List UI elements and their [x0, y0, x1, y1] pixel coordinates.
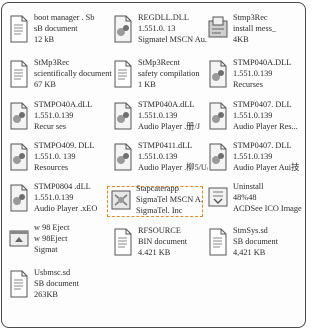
- text-document-icon: [8, 15, 30, 43]
- file-version: 1.551.0.139: [233, 111, 273, 120]
- file-item[interactable]: STMP0407. DLL 1.551.0.139 Audio Player A…: [207, 140, 305, 186]
- file-name: Uninstall: [233, 182, 264, 191]
- file-name: STMP0407. DLL: [233, 100, 292, 109]
- dll-file-icon: [207, 102, 229, 130]
- file-name: RFSOURCE: [138, 226, 181, 235]
- file-dimensions: 48%48: [233, 193, 257, 202]
- dll-file-icon: [8, 102, 30, 130]
- file-size: 12 kB: [34, 35, 55, 44]
- file-size: 4,421 KB: [233, 248, 266, 257]
- file-item[interactable]: Stmp3Rec install mess_ 4KB: [207, 12, 305, 58]
- file-description: Recurses: [233, 80, 263, 89]
- file-name: STMPO409. DLL: [34, 141, 95, 150]
- setup-package-icon: [207, 15, 229, 43]
- file-description: Audio Player Res...: [233, 122, 298, 131]
- file-description: Audio Player .柳5/U/J: [138, 163, 208, 172]
- file-company: SigmaTel. Inc: [136, 206, 183, 215]
- executable-icon: [8, 225, 30, 253]
- file-type: ACDSee ICO Image: [233, 204, 302, 213]
- file-size: 1 KB: [138, 80, 156, 89]
- file-company: Sigmat: [34, 245, 58, 254]
- file-description: SigmaTel MSCN A...: [136, 195, 202, 204]
- file-name: StmSys.sd: [233, 226, 268, 235]
- file-item[interactable]: Usbmsc.sd SB document 263KB: [8, 267, 108, 313]
- file-name: Usbmsc.sd: [34, 268, 71, 277]
- file-item[interactable]: STMP040A.dLL 1.551.0.139 Audio Player .册…: [112, 99, 208, 145]
- file-name: STMP040A.DLL: [233, 58, 292, 67]
- dll-file-icon: [207, 143, 229, 171]
- file-item[interactable]: StmSys.sd SB document 4,421 KB: [207, 225, 305, 271]
- file-name: STMP0411.dLL: [138, 141, 193, 150]
- file-description: Recur ses: [34, 122, 67, 131]
- file-type: SB document: [233, 237, 278, 246]
- dll-file-icon: [8, 184, 30, 212]
- file-version: 1.551.0.139: [34, 193, 74, 202]
- file-version: 1.551.0.139: [138, 152, 178, 161]
- file-name: REGDLL.DLL: [138, 13, 189, 22]
- file-browser-panel: boot manager . Sb sB document 12 kB REGD…: [1, 2, 306, 328]
- file-name: w 98 Eject: [34, 223, 70, 232]
- file-description: Sigmatel MSCN Au.: [138, 35, 207, 44]
- file-item[interactable]: STMP0407. DLL 1.551.0.139 Audio Player R…: [207, 99, 305, 145]
- file-type: safety compilation: [138, 69, 200, 78]
- file-name: boot manager . Sb: [34, 13, 95, 22]
- file-version: 1.551.0.139: [233, 69, 273, 78]
- file-item[interactable]: STMPO409. DLL 1.551.0. 139 Resources: [8, 140, 108, 186]
- file-description: Audio Player Aui技: [233, 163, 300, 172]
- file-description: Resources: [34, 163, 69, 172]
- file-item[interactable]: STMPO40A.dLL 1.551.0.139 Recur ses: [8, 99, 108, 145]
- binary-file-icon: [112, 228, 134, 256]
- text-document-icon: [207, 228, 229, 256]
- file-name: STMPO40A.dLL: [34, 100, 93, 109]
- file-version: 1.551.0. 139: [34, 152, 76, 161]
- file-type: scientifically document: [34, 69, 112, 78]
- file-item[interactable]: boot manager . Sb sB document 12 kB: [8, 12, 108, 58]
- file-version: 1.551.0.139: [138, 111, 178, 120]
- file-type: install mess_: [233, 24, 277, 33]
- file-version: 1.551.0. 13: [138, 24, 176, 33]
- file-item[interactable]: StMp3Rec scientifically document 67 KB: [8, 57, 112, 103]
- file-type: BIN document: [138, 237, 188, 246]
- text-document-icon: [8, 270, 30, 298]
- file-name: STMP040A.dLL: [138, 100, 195, 109]
- file-description: Audio Player .xEO: [34, 204, 98, 213]
- file-item-selected[interactable]: Stapcaterapp SigmaTel MSCN A... SigmaTel…: [110, 183, 202, 229]
- file-name: Stmp3Rec: [233, 13, 268, 22]
- file-item[interactable]: STMP040A.DLL 1.551.0.139 Recurses: [207, 57, 305, 103]
- uninstall-image-icon: [207, 184, 229, 212]
- file-type: SB document: [34, 279, 79, 288]
- file-description: w 98Eject: [34, 234, 68, 243]
- text-document-icon: [112, 60, 134, 88]
- dll-file-icon: [112, 143, 134, 171]
- dll-file-icon: [207, 60, 229, 88]
- file-type: sB document: [34, 24, 78, 33]
- text-document-icon: [8, 60, 30, 88]
- application-icon: [110, 186, 132, 214]
- file-size: 67 KB: [34, 80, 56, 89]
- file-name: STMP0804 .dLL: [34, 182, 91, 191]
- file-item[interactable]: RFSOURCE BIN document 4.421 KB: [112, 225, 208, 271]
- file-version: 1.551.0.139: [34, 111, 74, 120]
- file-name: StMp3Rec: [34, 58, 70, 67]
- file-item[interactable]: w 98 Eject w 98Eject Sigmat: [8, 222, 108, 268]
- file-item[interactable]: REGDLL.DLL 1.551.0. 13 Sigmatel MSCN Au.: [112, 12, 208, 58]
- file-item[interactable]: StMp3Recnt safety compilation 1 KB: [112, 57, 208, 103]
- file-size: 263KB: [34, 290, 58, 299]
- file-name: STMP0407. DLL: [233, 141, 292, 150]
- file-item[interactable]: STMP0804 .dLL 1.551.0.139 Audio Player .…: [8, 181, 108, 227]
- file-name: Stapcaterapp: [136, 184, 179, 193]
- file-size: 4KB: [233, 35, 249, 44]
- file-item[interactable]: STMP0411.dLL 1.551.0.139 Audio Player .柳…: [112, 140, 208, 186]
- file-name: StMp3Recnt: [138, 58, 180, 67]
- file-version: 1.551.0.139: [233, 152, 273, 161]
- dll-file-icon: [112, 102, 134, 130]
- file-size: 4.421 KB: [138, 248, 171, 257]
- dll-file-icon: [112, 15, 134, 43]
- file-item[interactable]: Uninstall 48%48 ACDSee ICO Image: [207, 181, 305, 227]
- dll-file-icon: [8, 143, 30, 171]
- file-description: Audio Player .册/J: [138, 122, 200, 131]
